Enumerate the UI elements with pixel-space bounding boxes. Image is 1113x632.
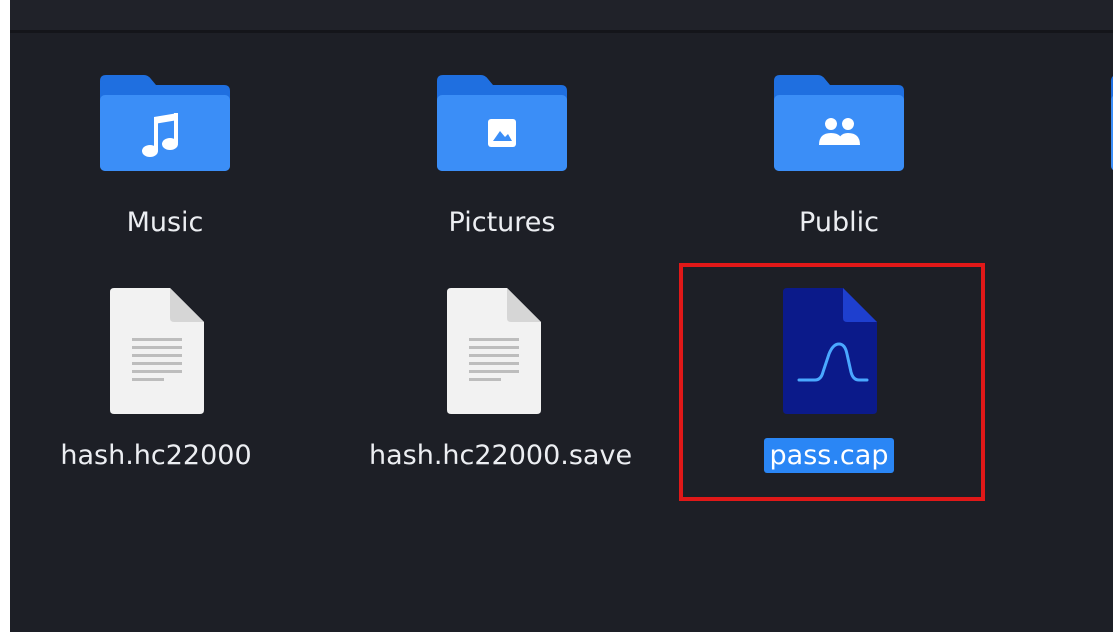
file-name-label: hash.hc22000 [60, 440, 252, 471]
text-file-icon [110, 288, 204, 414]
folder-icon [1111, 76, 1113, 170]
file-item-hash-save[interactable]: hash.hc22000.save [363, 0, 632, 500]
file-name-label: hash.hc22000.save [369, 440, 633, 471]
text-file-icon [447, 288, 541, 414]
annotation-highlight-box [679, 263, 985, 501]
file-item-partial[interactable]: Te [1046, 0, 1113, 260]
file-item-hash[interactable]: hash.hc22000 [26, 0, 286, 500]
